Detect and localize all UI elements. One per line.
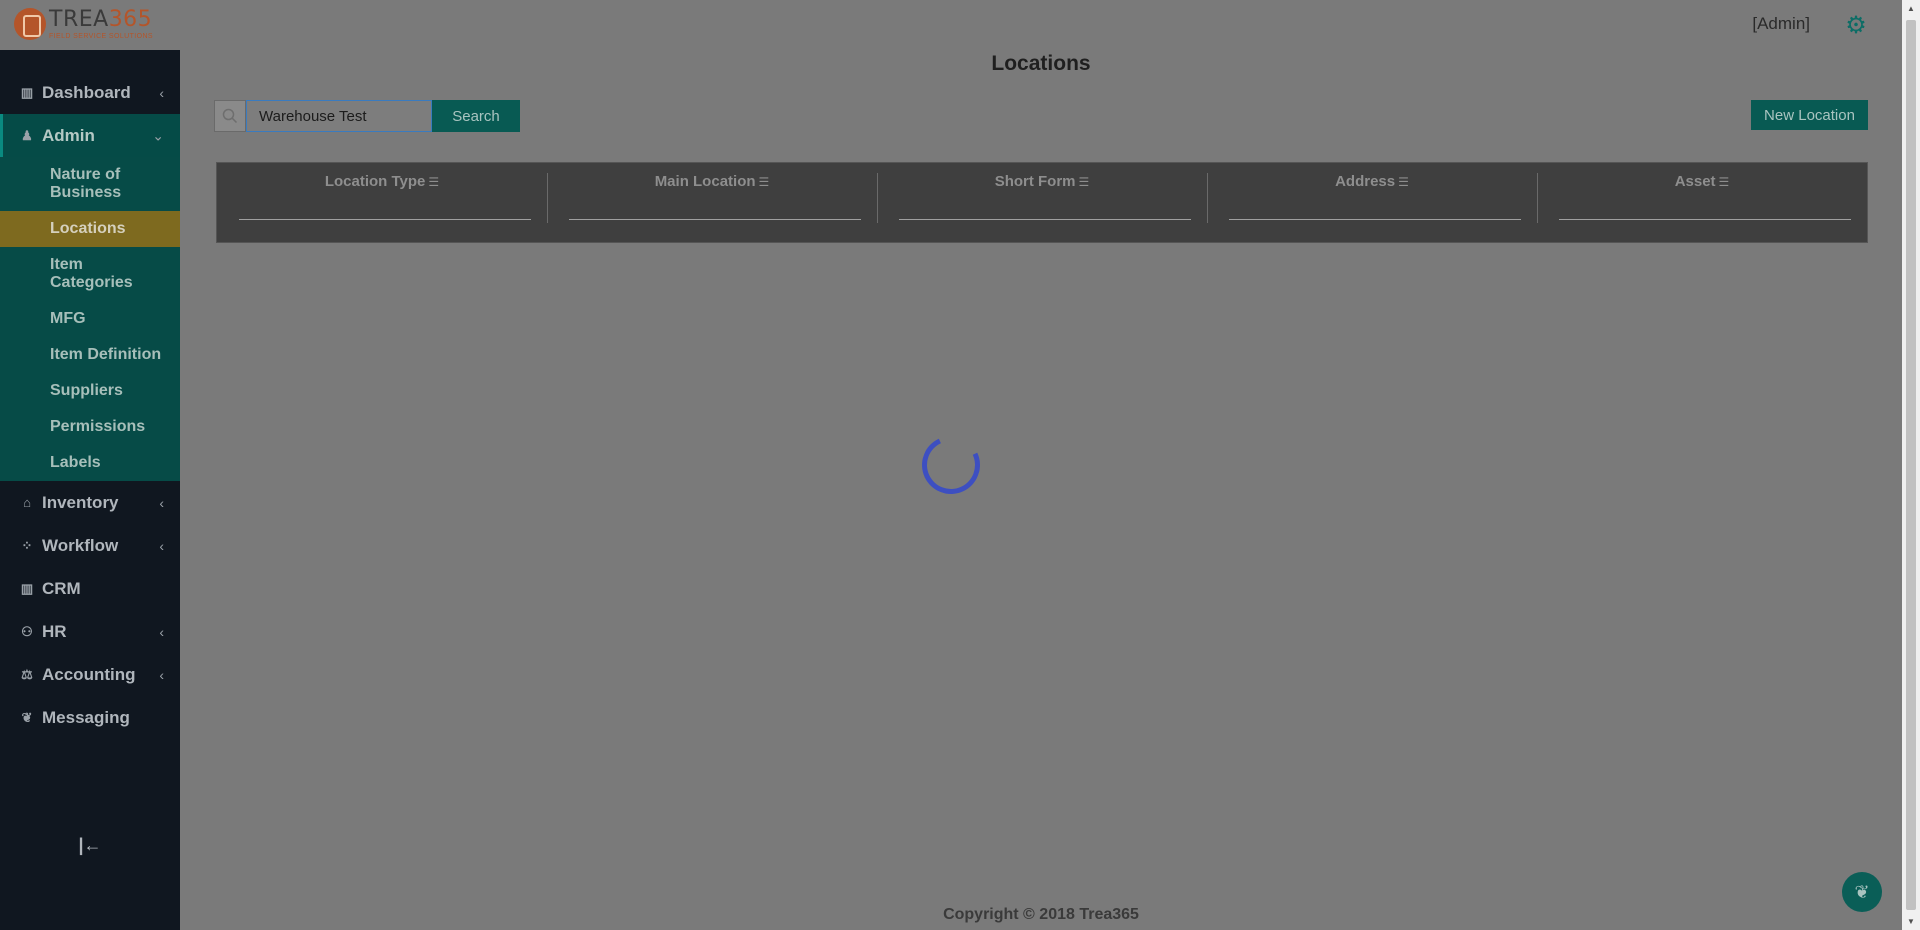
column-header-label: Address [1335, 173, 1396, 190]
bar-chart-icon: ▥ [20, 84, 34, 100]
column-header-label: Main Location [654, 173, 756, 190]
column-address: Address ☰ [1207, 163, 1537, 242]
scroll-up-arrow-icon[interactable]: ▲ [1902, 4, 1920, 13]
brand-logo[interactable]: TREA365 FIELD SERVICE SOLUTIONS [14, 8, 153, 40]
filter-icon[interactable]: ☰ [1719, 175, 1730, 189]
top-bar: TREA365 FIELD SERVICE SOLUTIONS [Admin] … [0, 0, 1900, 50]
sidebar-item-label: Workflow [42, 535, 119, 555]
chevron-left-icon: ‹ [159, 537, 164, 554]
column-header-label: Short Form [994, 173, 1076, 190]
column-asset: Asset ☰ [1537, 163, 1867, 242]
sidebar-sub-permissions[interactable]: Permissions [0, 409, 180, 445]
sidebar-sub-suppliers[interactable]: Suppliers [0, 373, 180, 409]
sidebar-item-inventory[interactable]: ⌂ Inventory ‹ [0, 481, 180, 524]
column-filter-input[interactable] [569, 202, 861, 220]
locations-grid-header: Location Type ☰ Main Location ☰ Short Form… [216, 162, 1868, 243]
bar-chart-icon: ▥ [20, 580, 34, 596]
chevron-left-icon: ‹ [159, 623, 164, 640]
chevron-down-icon: ⌄ [152, 127, 164, 143]
sidebar-item-label: HR [42, 621, 67, 641]
sidebar-sub-nature-of-business[interactable]: Nature of Business [0, 157, 180, 211]
user-icon: ♟ [21, 127, 33, 143]
sidebar-item-messaging[interactable]: ❦ Messaging [0, 696, 180, 739]
column-header-label: Asset [1674, 173, 1716, 190]
brand-tagline: FIELD SERVICE SOLUTIONS [49, 32, 153, 40]
sidebar-item-crm[interactable]: ▥ CRM [0, 567, 180, 610]
sidebar-item-admin[interactable]: ♟ Admin ⌄ [0, 114, 180, 157]
search-button[interactable]: Search [432, 100, 520, 132]
vertical-scrollbar[interactable]: ▲ ▼ [1902, 0, 1920, 930]
sidebar-item-label: Admin [42, 125, 95, 145]
home-icon: ⌂ [23, 495, 31, 510]
user-label[interactable]: [Admin] [1752, 14, 1810, 34]
sidebar-item-workflow[interactable]: ⁘ Workflow ‹ [0, 524, 180, 567]
filter-icon[interactable]: ☰ [1079, 175, 1090, 189]
search-input[interactable] [246, 100, 432, 132]
sidebar-sub-locations[interactable]: Locations [0, 211, 180, 247]
brand-name-suffix: 365 [108, 6, 153, 32]
sidebar-item-hr[interactable]: ⚇ HR ‹ [0, 610, 180, 653]
gear-icon[interactable]: ⚙ [1844, 14, 1868, 38]
page-title: Locations [991, 52, 1091, 75]
column-header-label: Location Type [324, 173, 426, 190]
column-filter-input[interactable] [239, 202, 531, 220]
sidebar-item-label: Inventory [42, 492, 119, 512]
sidebar-item-label: Accounting [42, 664, 136, 684]
sidebar-item-accounting[interactable]: ⚖ Accounting ‹ [0, 653, 180, 696]
filter-icon[interactable]: ☰ [1398, 175, 1409, 189]
sidebar: ▥ Dashboard ‹ ♟ Admin ⌄ Nature of Busine… [0, 50, 180, 930]
scale-icon: ⚖ [21, 666, 33, 682]
filter-icon[interactable]: ☰ [759, 175, 770, 189]
column-location-type: Location Type ☰ [217, 163, 547, 242]
chat-icon: ❦ [21, 709, 33, 725]
column-main-location: Main Location ☰ [547, 163, 877, 242]
column-filter-input[interactable] [1229, 202, 1521, 220]
users-icon: ⚇ [21, 623, 33, 639]
column-filter-input[interactable] [899, 202, 1191, 220]
footer-copyright: Copyright © 2018 Trea365 [943, 906, 1139, 923]
sidebar-sub-mfg[interactable]: MFG [0, 301, 180, 337]
search-bar: Search [214, 100, 520, 132]
admin-submenu: Nature of Business Locations Item Catego… [0, 157, 180, 481]
sidebar-item-label: Dashboard [42, 82, 131, 102]
sidebar-sub-item-definition[interactable]: Item Definition [0, 337, 180, 373]
scroll-down-arrow-icon[interactable]: ▼ [1902, 917, 1920, 926]
sidebar-sub-item-categories[interactable]: Item Categories [0, 247, 180, 301]
sidebar-item-label: Messaging [42, 707, 130, 727]
filter-icon[interactable]: ☰ [428, 175, 439, 189]
workflow-icon: ⁘ [21, 537, 33, 553]
search-icon [214, 100, 246, 132]
sidebar-sub-labels[interactable]: Labels [0, 445, 180, 481]
column-filter-input[interactable] [1559, 202, 1851, 220]
column-short-form: Short Form ☰ [877, 163, 1207, 242]
chat-icon[interactable]: ❦ [1842, 872, 1882, 912]
chevron-left-icon: ‹ [159, 666, 164, 683]
scrollbar-thumb[interactable] [1906, 20, 1916, 910]
collapse-sidebar-button[interactable]: |← [0, 835, 180, 856]
sidebar-item-label: CRM [42, 578, 81, 598]
loading-spinner [913, 427, 989, 503]
chevron-left-icon: ‹ [159, 84, 164, 101]
logo-icon [14, 8, 46, 40]
brand-name-prefix: TREA [49, 6, 109, 32]
new-location-button[interactable]: New Location [1751, 100, 1868, 130]
sidebar-item-dashboard[interactable]: ▥ Dashboard ‹ [0, 71, 180, 114]
chevron-left-icon: ‹ [159, 494, 164, 511]
